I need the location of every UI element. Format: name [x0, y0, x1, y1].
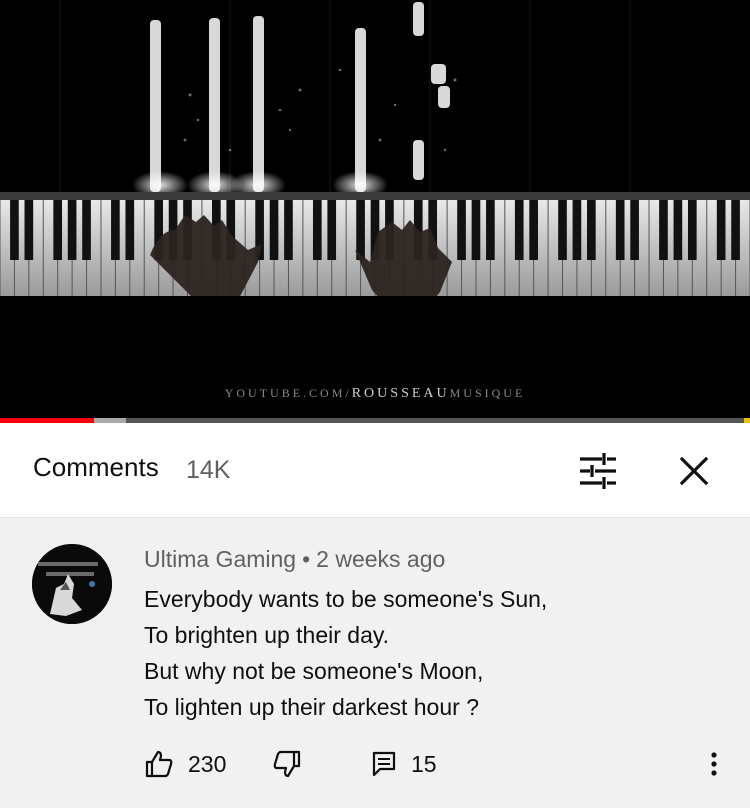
black-key [687, 200, 697, 260]
watermark-prefix: YOUTUBE.COM/ [224, 386, 352, 400]
black-key [125, 200, 135, 260]
black-key [24, 200, 34, 260]
black-key [67, 200, 77, 260]
avatar[interactable] [32, 544, 112, 624]
sort-filter-icon [580, 453, 616, 489]
more-vertical-icon [711, 752, 717, 776]
comment-time: 2 weeks ago [316, 546, 446, 572]
meta-separator: • [302, 546, 311, 572]
black-key [659, 200, 668, 260]
black-key [587, 200, 596, 260]
comment-line: To lighten up their darkest hour ? [144, 694, 479, 720]
watermark-accent: ROUSSEAU [351, 386, 450, 401]
watermark-suffix: MUSIQUE [449, 386, 526, 400]
youtube-comments-screen: YOUTUBE.COM/ROUSSEAUMUSIQUE Comments 14K [0, 0, 750, 808]
black-key [327, 200, 337, 260]
wolf-avatar-image [32, 544, 112, 624]
black-key [111, 200, 120, 260]
comment-line: But why not be someone's Moon, [144, 658, 484, 684]
comment-line: To brighten up their day. [144, 622, 390, 648]
black-key [471, 200, 481, 260]
comment-text: Everybody wants to be someone's Sun, To … [144, 581, 547, 725]
black-key [312, 200, 322, 260]
black-key [356, 200, 365, 260]
black-key [457, 200, 466, 260]
black-key [630, 200, 639, 260]
more-options-button[interactable] [700, 744, 728, 784]
piano-video-frame [0, 0, 750, 418]
video-player[interactable]: YOUTUBE.COM/ROUSSEAUMUSIQUE [0, 0, 750, 418]
sort-comments-button[interactable] [576, 449, 620, 493]
comment-author[interactable]: Ultima Gaming [144, 546, 296, 572]
like-count: 230 [188, 750, 227, 777]
black-key [731, 200, 740, 260]
reply-count: 15 [411, 750, 437, 777]
reply-comment-icon [372, 751, 396, 777]
thumbs-up-icon [145, 750, 173, 778]
comments-title: Comments [33, 452, 159, 482]
reply-button[interactable]: 15 [371, 744, 437, 784]
comment-item: Ultima Gaming • 2 weeks ago Everybody want… [0, 519, 750, 808]
black-key [716, 200, 726, 260]
black-key [514, 200, 524, 260]
black-key [572, 200, 582, 260]
black-key [615, 200, 625, 260]
comment-meta: Ultima Gaming • 2 weeks ago [144, 546, 445, 573]
black-key [10, 200, 19, 260]
black-key [486, 200, 495, 260]
black-key [558, 200, 567, 260]
black-key [284, 200, 293, 260]
black-key [53, 200, 63, 260]
comment-actions: 230 15 [0, 744, 750, 784]
black-key [529, 200, 538, 260]
dislike-button[interactable] [272, 744, 302, 784]
close-comments-button[interactable] [672, 449, 716, 493]
channel-watermark: YOUTUBE.COM/ROUSSEAUMUSIQUE [0, 386, 750, 402]
black-key [82, 200, 91, 260]
comments-count: 14K [186, 456, 231, 484]
close-icon [679, 456, 709, 486]
thumbs-down-icon [273, 750, 301, 778]
comment-line: Everybody wants to be someone's Sun, [144, 586, 548, 612]
comments-header: Comments 14K [0, 423, 750, 518]
black-key [673, 200, 683, 260]
black-key [269, 200, 279, 260]
like-button[interactable]: 230 [144, 744, 226, 784]
